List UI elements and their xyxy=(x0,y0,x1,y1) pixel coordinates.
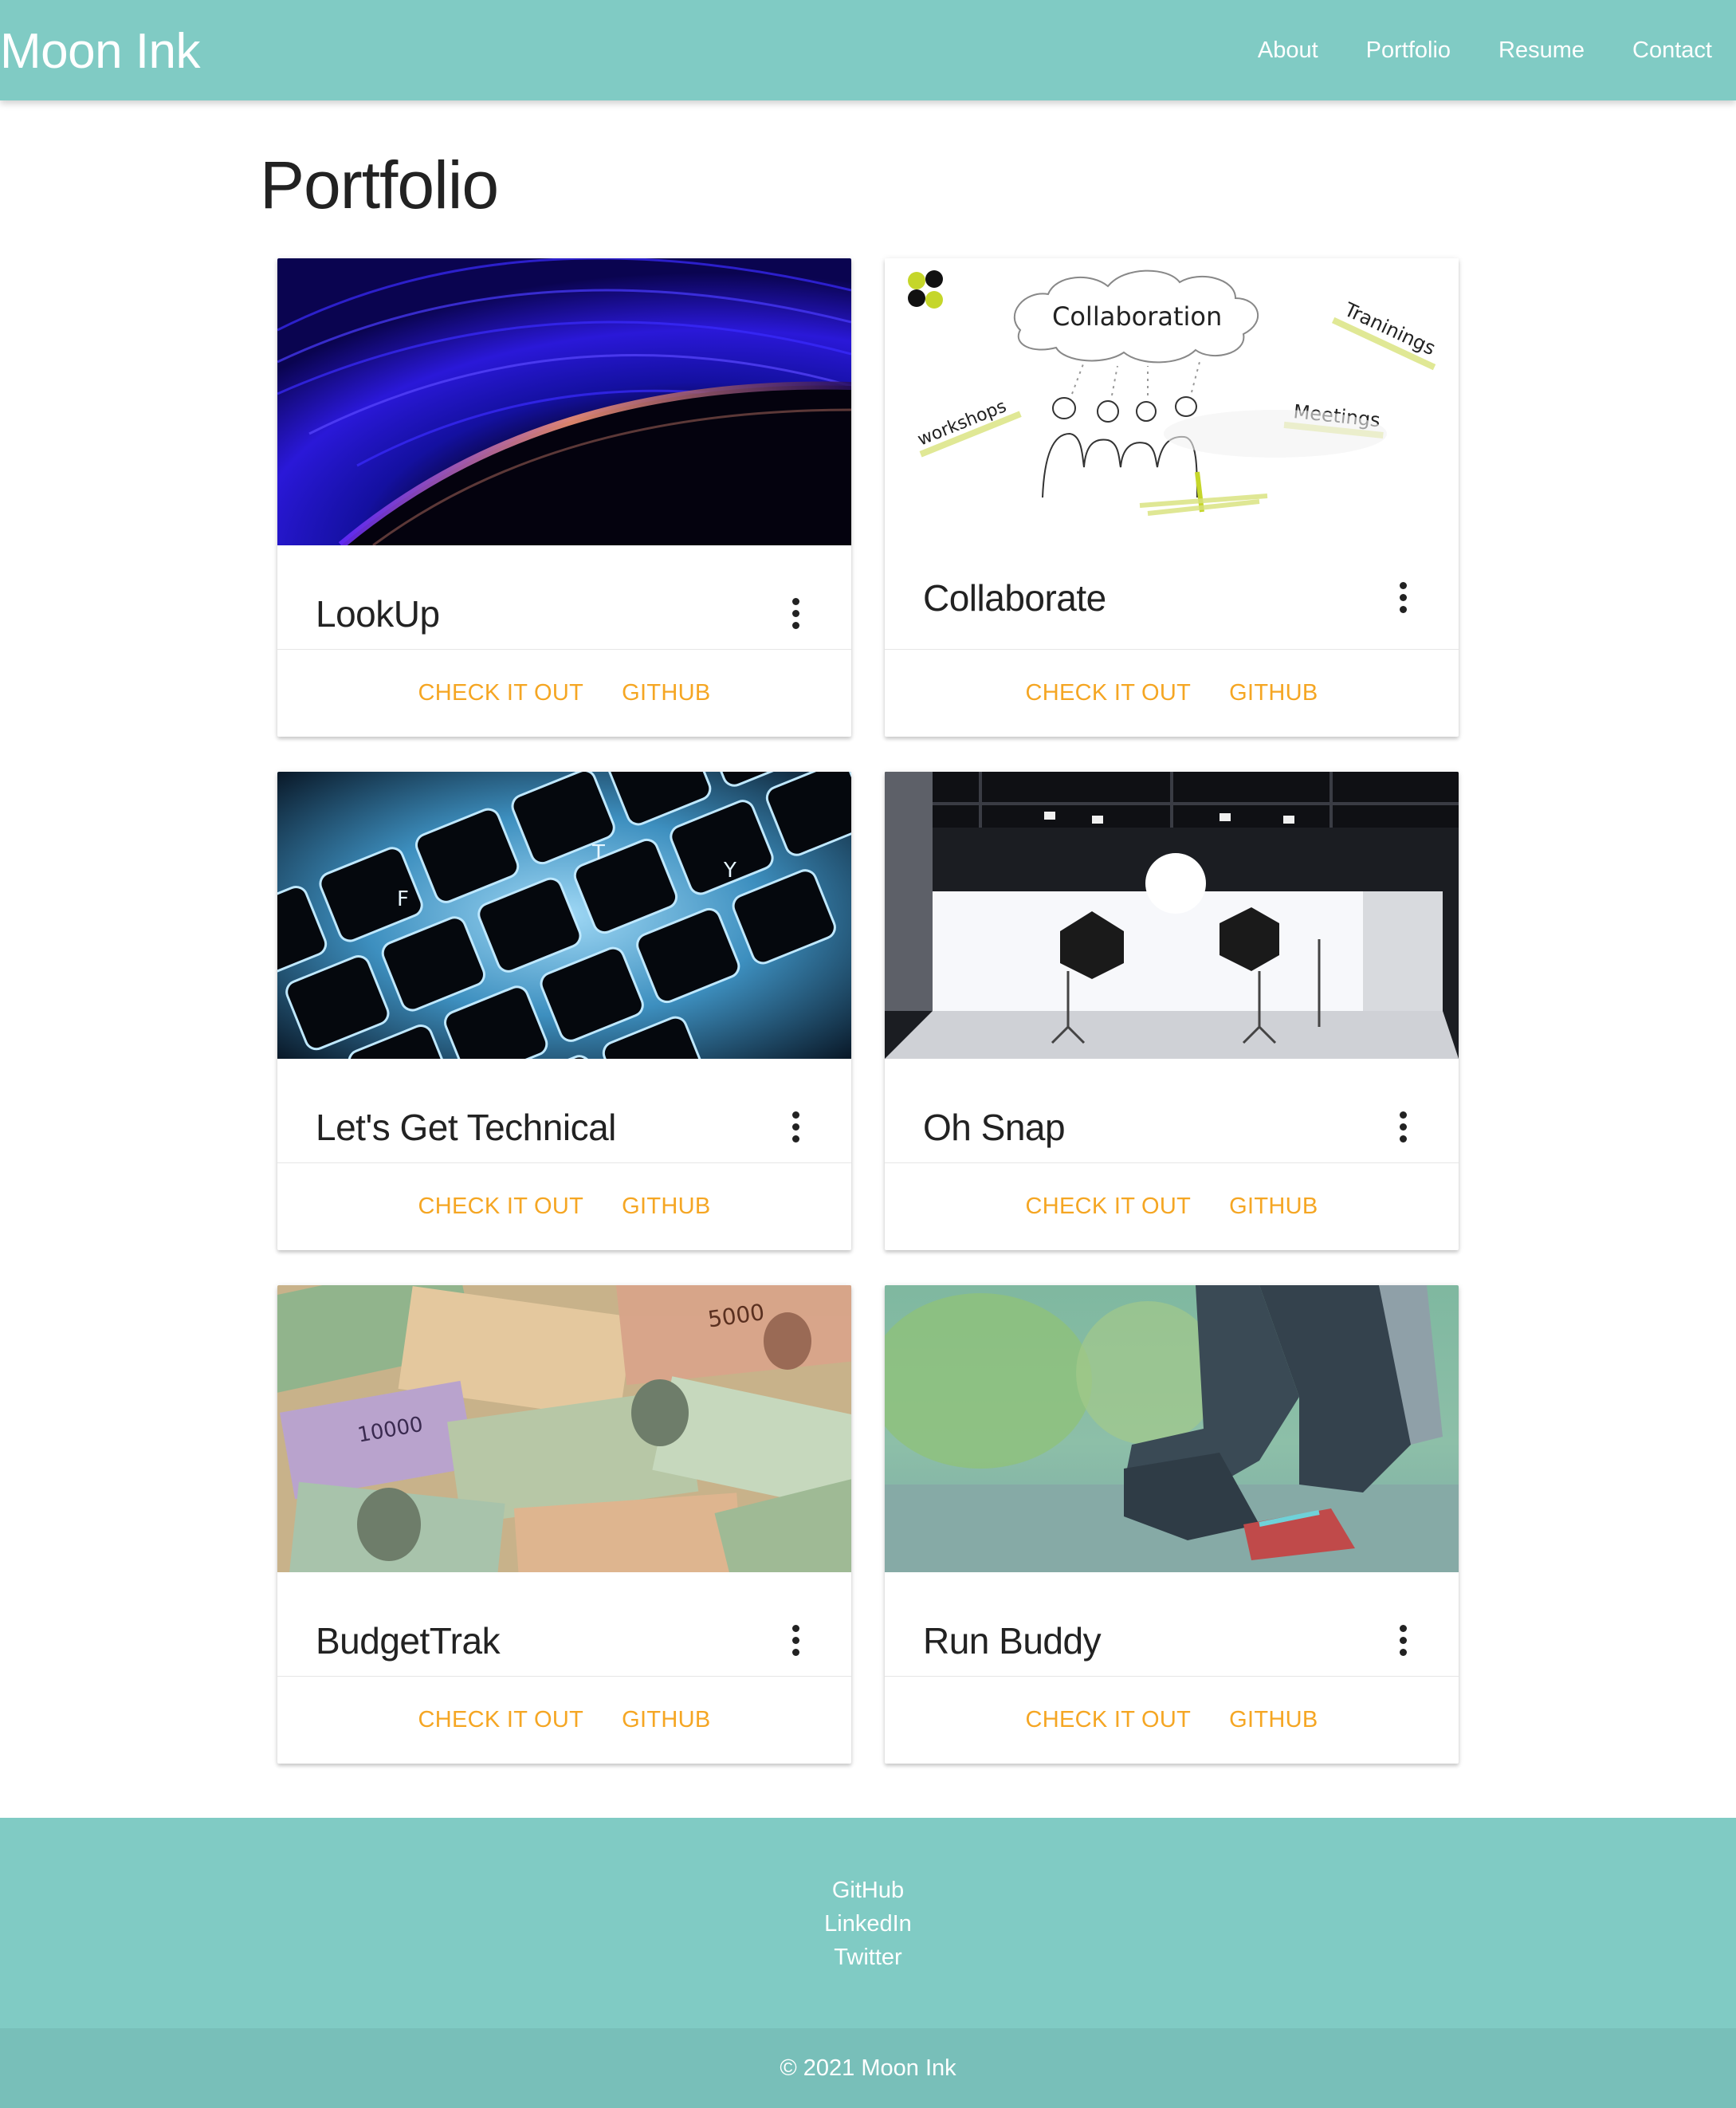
card-title: Run Buddy xyxy=(923,1620,1102,1662)
footer-link-github[interactable]: GitHub xyxy=(0,1874,1736,1907)
card-actions: Check It Out GitHub xyxy=(885,1162,1459,1250)
footer-links: GitHub LinkedIn Twitter xyxy=(0,1874,1736,1974)
collaboration-text: Collaboration xyxy=(1052,301,1222,332)
key-f-text: F xyxy=(397,887,409,911)
check-it-out-link[interactable]: Check It Out xyxy=(1025,680,1191,706)
check-it-out-link[interactable]: Check It Out xyxy=(418,1707,583,1733)
github-link[interactable]: GitHub xyxy=(622,1194,710,1220)
github-link[interactable]: GitHub xyxy=(622,1707,710,1733)
check-it-out-link[interactable]: Check It Out xyxy=(1025,1194,1191,1220)
github-link[interactable]: GitHub xyxy=(1229,1707,1318,1733)
more-vert-icon[interactable] xyxy=(780,593,811,633)
card-title: LookUp xyxy=(316,593,440,635)
card-title: BudgetTrak xyxy=(316,1620,501,1662)
project-card-oh-snap: Oh Snap Check It Out GitHub xyxy=(885,772,1459,1250)
copyright-text: © 2021 Moon Ink xyxy=(0,2028,1736,2108)
card-actions: Check It Out GitHub xyxy=(277,1162,851,1250)
project-card-lookup: LookUp Check It Out GitHub xyxy=(277,258,851,737)
card-image-studio xyxy=(885,772,1459,1059)
nav-links: About Portfolio Resume Contact xyxy=(1234,0,1736,100)
card-title: Oh Snap xyxy=(923,1107,1066,1148)
card-actions: Check It Out GitHub xyxy=(885,649,1459,737)
project-card-budgettrak: 5000 10000 BudgetTrak Check It Out GitHu… xyxy=(277,1285,851,1764)
github-link[interactable]: GitHub xyxy=(622,680,710,706)
brand-logo[interactable]: Moon Ink xyxy=(0,22,201,81)
github-link[interactable]: GitHub xyxy=(1229,1194,1318,1220)
card-image-runner xyxy=(885,1285,1459,1572)
more-vert-icon[interactable] xyxy=(1387,1620,1419,1660)
top-navbar: Moon Ink About Portfolio Resume Contact xyxy=(0,0,1736,100)
card-image-lookup xyxy=(277,258,851,545)
check-it-out-link[interactable]: Check It Out xyxy=(418,1194,583,1220)
footer-link-linkedin[interactable]: LinkedIn xyxy=(0,1907,1736,1941)
project-card-technical: F T Y Let's Get Technical Check It Out G… xyxy=(277,772,851,1250)
card-title: Let's Get Technical xyxy=(316,1107,616,1148)
card-image-keyboard: F T Y xyxy=(277,772,851,1059)
key-t-text: T xyxy=(591,841,605,865)
project-card-collaborate: Collaboration Traninings workshops Meeti… xyxy=(885,258,1459,737)
check-it-out-link[interactable]: Check It Out xyxy=(418,680,583,706)
card-actions: Check It Out GitHub xyxy=(885,1676,1459,1764)
card-image-collaborate: Collaboration Traninings workshops Meeti… xyxy=(885,258,1459,529)
footer-link-twitter[interactable]: Twitter xyxy=(0,1941,1736,1974)
nav-link-about[interactable]: About xyxy=(1234,37,1342,64)
nav-link-contact[interactable]: Contact xyxy=(1608,37,1736,64)
nav-link-resume[interactable]: Resume xyxy=(1475,37,1608,64)
nav-link-portfolio[interactable]: Portfolio xyxy=(1342,37,1475,64)
card-image-banknotes: 5000 10000 xyxy=(277,1285,851,1572)
more-vert-icon[interactable] xyxy=(780,1107,811,1146)
more-vert-icon[interactable] xyxy=(1387,577,1419,617)
key-y-text: Y xyxy=(723,859,736,883)
project-card-run-buddy: Run Buddy Check It Out GitHub xyxy=(885,1285,1459,1764)
card-title: Collaborate xyxy=(923,577,1106,619)
page-footer: GitHub LinkedIn Twitter © 2021 Moon Ink xyxy=(0,1818,1736,2108)
more-vert-icon[interactable] xyxy=(780,1620,811,1660)
page-title: Portfolio xyxy=(260,147,499,222)
card-actions: Check It Out GitHub xyxy=(277,649,851,737)
check-it-out-link[interactable]: Check It Out xyxy=(1025,1707,1191,1733)
github-link[interactable]: GitHub xyxy=(1229,680,1318,706)
card-actions: Check It Out GitHub xyxy=(277,1676,851,1764)
more-vert-icon[interactable] xyxy=(1387,1107,1419,1146)
